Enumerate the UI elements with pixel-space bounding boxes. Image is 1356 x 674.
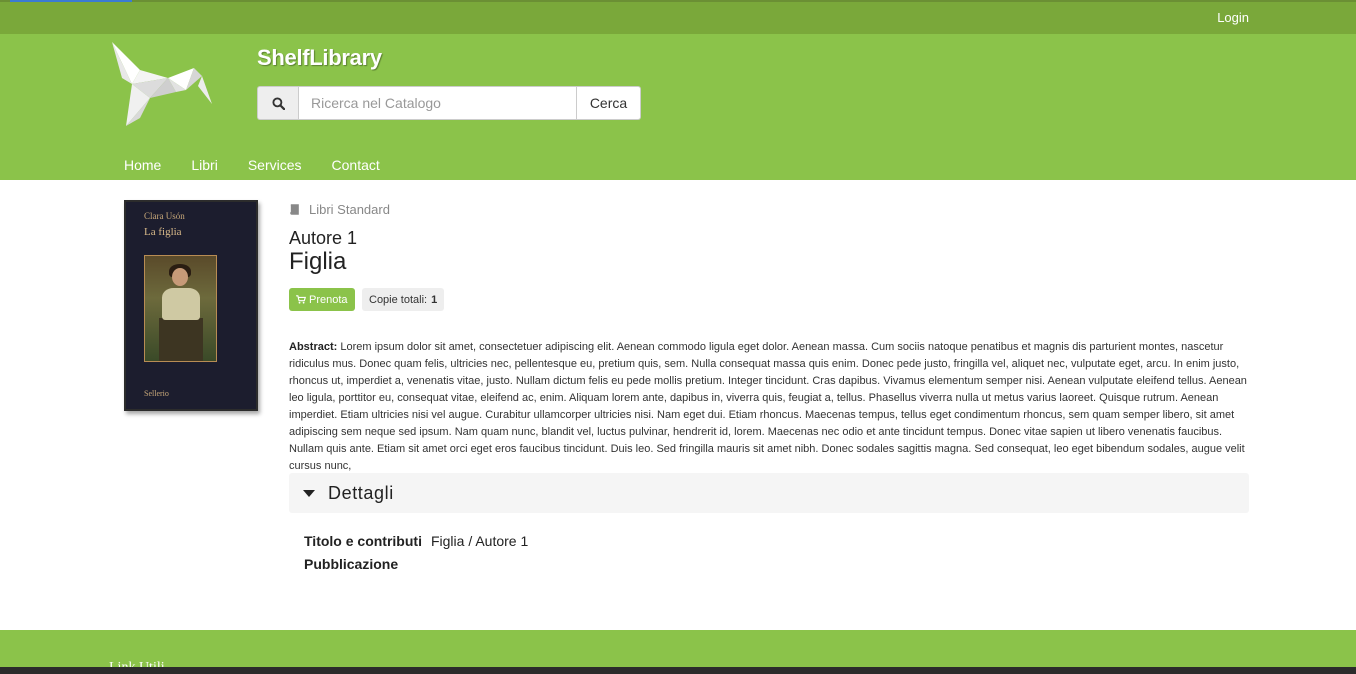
search-input[interactable] bbox=[298, 86, 577, 120]
nav-contact[interactable]: Contact bbox=[317, 154, 395, 176]
hummingbird-logo-icon[interactable] bbox=[110, 40, 214, 128]
copies-badge: Copie totali: 1 bbox=[362, 288, 445, 311]
main-nav: Home Libri Services Contact bbox=[109, 154, 395, 176]
book-title: Figlia bbox=[289, 248, 347, 275]
details-row: Pubblicazione bbox=[304, 552, 528, 575]
cover-author: Clara Usón bbox=[144, 211, 185, 221]
details-row: Titolo e contributi Figlia / Autore 1 bbox=[304, 529, 528, 552]
abstract-text: Lorem ipsum dolor sit amet, consectetuer… bbox=[289, 341, 1247, 472]
search-addon bbox=[257, 86, 298, 120]
cover-title: La figlia bbox=[144, 226, 182, 238]
nav-home[interactable]: Home bbox=[109, 154, 176, 176]
details-row-label: Titolo e contributi bbox=[304, 532, 422, 549]
site-title[interactable]: ShelfLibrary bbox=[257, 45, 382, 71]
copies-label: Copie totali: bbox=[369, 293, 428, 306]
site-footer: Link Utili bbox=[0, 630, 1356, 674]
cover-painting bbox=[144, 255, 217, 362]
book-author: Autore 1 bbox=[289, 228, 358, 248]
page-load-progress bbox=[10, 0, 132, 2]
reserve-label: Prenota bbox=[309, 293, 348, 306]
catalog-search: Cerca bbox=[257, 86, 641, 120]
footer-bottom-strip bbox=[0, 667, 1356, 674]
details-toggle[interactable]: Dettagli bbox=[289, 473, 1249, 513]
details-title: Dettagli bbox=[328, 482, 394, 503]
copies-count: 1 bbox=[431, 293, 438, 306]
site-header: ShelfLibrary Cerca Home Libri Services C… bbox=[0, 34, 1356, 180]
category-label: Libri Standard bbox=[309, 202, 390, 217]
search-icon bbox=[271, 96, 285, 110]
book-cover: Clara Usón La figlia Sellerio bbox=[124, 200, 258, 411]
nav-libri[interactable]: Libri bbox=[176, 154, 232, 176]
details-row-value: Figlia / Autore 1 bbox=[430, 532, 529, 549]
nav-services[interactable]: Services bbox=[233, 154, 317, 176]
top-bar: Login bbox=[0, 0, 1356, 34]
book-icon bbox=[290, 204, 299, 215]
painting-skirt bbox=[159, 318, 203, 361]
painting-head bbox=[172, 268, 188, 286]
cover-publisher: Sellerio bbox=[144, 389, 169, 398]
details-row-label: Pubblicazione bbox=[304, 555, 399, 572]
book-category: Libri Standard bbox=[289, 202, 390, 217]
caret-down-icon bbox=[303, 489, 315, 497]
search-button[interactable]: Cerca bbox=[577, 86, 641, 120]
login-link[interactable]: Login bbox=[1217, 10, 1249, 25]
cart-icon bbox=[296, 295, 306, 304]
book-abstract: Abstract: Lorem ipsum dolor sit amet, co… bbox=[289, 339, 1249, 475]
reserve-button[interactable]: Prenota bbox=[289, 288, 355, 311]
abstract-label: Abstract: bbox=[289, 341, 338, 353]
top-edge bbox=[0, 0, 1356, 2]
painting-body bbox=[162, 288, 200, 320]
details-list: Titolo e contributi Figlia / Autore 1 Pu… bbox=[304, 529, 528, 575]
